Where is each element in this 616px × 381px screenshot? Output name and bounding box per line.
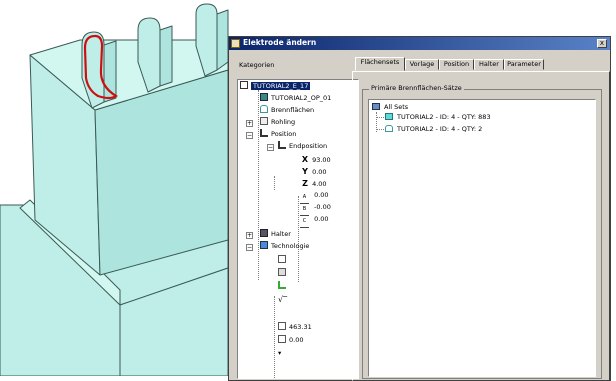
tech-item-more[interactable]: ▾ — [278, 348, 281, 359]
rotation-c-icon: C — [300, 219, 309, 228]
collapse-technology-toggle[interactable]: − — [246, 244, 253, 251]
expand-blank-toggle[interactable]: + — [246, 120, 253, 127]
tech-item-4[interactable]: √‾ — [278, 294, 287, 305]
coord-b[interactable]: B -0.00 — [300, 202, 331, 216]
electrode-dialog: Elektrode ändern x Kategorien TUTORIAL2_… — [228, 36, 611, 381]
title-bar[interactable]: Elektrode ändern x — [229, 37, 610, 50]
sets-list[interactable]: All Sets TUTORIAL2 - ID: 4 - QTY: 883 TU… — [368, 99, 596, 377]
burn-surface-icon — [385, 125, 393, 132]
model-fin-2-ridge — [159, 25, 173, 87]
tech-chart-icon — [278, 281, 286, 289]
collapse-endposition-toggle[interactable]: − — [267, 144, 274, 151]
tree-root[interactable]: TUTORIAL2_E_17 — [240, 81, 311, 92]
tech-gap-icon — [278, 335, 286, 343]
sets-icon — [372, 103, 380, 110]
coord-z[interactable]: Z 4.00 — [300, 178, 326, 189]
categories-label: Kategorien — [239, 61, 275, 69]
position-icon — [260, 129, 268, 137]
expand-holder-toggle[interactable]: + — [246, 232, 253, 239]
collapse-position-toggle[interactable]: − — [246, 132, 253, 139]
category-tree[interactable]: TUTORIAL2_E_17 TUTORIAL2_OP_01 Brennfläc… — [237, 79, 359, 379]
tree-item-blank[interactable]: Rohling — [260, 117, 295, 128]
primary-sets-label: Primäre Brennflächen-Sätze — [369, 84, 464, 92]
model-fin-3-ridge — [216, 9, 229, 71]
surface-set-icon — [385, 113, 393, 120]
tree-item-holder[interactable]: Halter — [260, 229, 291, 240]
coord-c[interactable]: C 0.00 — [300, 214, 329, 228]
tech-measure-icon — [278, 322, 286, 330]
coord-a[interactable]: A 0.00 — [300, 190, 329, 204]
coord-y[interactable]: Y 0.00 — [300, 166, 326, 177]
tech-item-value-2[interactable]: 0.00 — [278, 335, 303, 346]
dialog-title: Elektrode ändern — [243, 38, 317, 47]
coord-x[interactable]: X 93.00 — [300, 154, 331, 165]
tab-parameter[interactable]: Parameter — [504, 59, 544, 70]
surface-icon — [260, 105, 268, 113]
set-item-1[interactable]: TUTORIAL2 - ID: 4 - QTY: 883 — [385, 112, 491, 122]
tab-position[interactable]: Position — [439, 59, 474, 70]
tab-halter[interactable]: Halter — [474, 59, 504, 70]
tech-sqrt-icon: √‾ — [278, 295, 288, 304]
close-button[interactable]: x — [597, 39, 607, 48]
tech-item-value-1[interactable]: 463.31 — [278, 322, 312, 333]
tech-question-icon — [278, 255, 286, 263]
tree-item-burn-surfaces[interactable]: Brennflächen — [260, 105, 314, 116]
operation-icon — [260, 93, 268, 101]
technology-icon — [260, 241, 268, 249]
blank-icon — [260, 117, 268, 125]
tab-flaechensets[interactable]: Flächensets — [355, 57, 405, 71]
holder-icon — [260, 229, 268, 237]
app-icon — [231, 39, 240, 48]
end-position-icon — [278, 141, 286, 149]
tree-item-op[interactable]: TUTORIAL2_OP_01 — [260, 93, 331, 104]
tech-item-3[interactable] — [278, 281, 289, 292]
tech-item-2[interactable] — [278, 268, 289, 279]
tech-item-1[interactable] — [278, 255, 289, 266]
tab-vorlage[interactable]: Vorlage — [405, 59, 439, 70]
tree-item-technology[interactable]: Technologie — [260, 241, 309, 252]
tech-grid-icon — [278, 268, 286, 276]
set-item-2[interactable]: TUTORIAL2 - ID: 4 - QTY: 2 — [385, 124, 482, 134]
all-sets-item[interactable]: All Sets — [372, 102, 408, 112]
electrode-icon — [240, 81, 248, 89]
tree-item-position[interactable]: Position — [260, 129, 296, 140]
tree-item-end-position[interactable]: Endposition — [278, 141, 327, 152]
chevron-down-icon: ▾ — [278, 349, 282, 357]
